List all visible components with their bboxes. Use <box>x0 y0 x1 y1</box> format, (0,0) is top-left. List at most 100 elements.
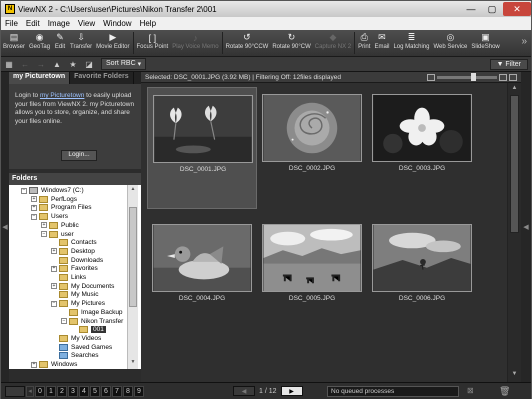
toolbar-button-rotate-cw[interactable]: ↻ Rotate 90°CW <box>270 30 312 50</box>
color-label-4[interactable]: 4 <box>79 385 89 397</box>
left-panel-collapse-handle[interactable]: ◀ <box>1 72 9 382</box>
tree-item[interactable]: My Music <box>51 290 98 299</box>
thumbnail-image[interactable] <box>262 224 362 292</box>
thumbnail-image[interactable] <box>152 224 252 292</box>
thumbnail-image[interactable] <box>372 224 472 292</box>
sort-dropdown[interactable]: Sort RBC ▾ <box>101 58 147 70</box>
tree-item[interactable]: − My Pictures <box>51 299 105 308</box>
toolbar-button-transfer[interactable]: ⇩ Transfer <box>68 30 94 50</box>
toolbar-button-email[interactable]: ✉ Email <box>372 30 391 50</box>
back-icon[interactable]: ← <box>18 59 32 70</box>
flag-icon[interactable]: ◂ <box>26 385 34 397</box>
toolbar-button-edit[interactable]: ✎ Edit <box>52 30 68 50</box>
grid-scrollbar[interactable]: ▲ ▼ <box>507 83 521 382</box>
label-icon[interactable]: ◪ <box>82 59 96 70</box>
collapse-icon[interactable]: − <box>41 231 47 237</box>
thumbnail-image[interactable] <box>153 95 253 163</box>
tree-item[interactable]: − Windows7 (C:) <box>21 186 84 195</box>
tree-scroll-thumb[interactable] <box>129 207 137 307</box>
toolbar-button-voice-memo[interactable]: ♪ Play Voice Memo <box>170 30 220 51</box>
color-label-0[interactable]: 0 <box>35 385 45 397</box>
color-label-8[interactable]: 8 <box>123 385 133 397</box>
thumbnail-cell[interactable]: DSC_0005.JPG <box>257 221 367 343</box>
thumbnail-cell[interactable]: DSC_0004.JPG <box>147 221 257 343</box>
thumbnail-cell[interactable]: DSC_0001.JPG <box>147 87 257 209</box>
color-label-3[interactable]: 3 <box>68 385 78 397</box>
collapse-icon[interactable]: − <box>61 318 67 324</box>
menu-edit[interactable]: Edit <box>22 19 44 28</box>
thumbnail-cell[interactable]: DSC_0006.JPG <box>367 221 477 343</box>
tree-item[interactable]: + My Documents <box>51 282 114 291</box>
forward-icon[interactable]: → <box>34 59 48 70</box>
color-label-2[interactable]: 2 <box>57 385 67 397</box>
thumbnail-size-slider[interactable] <box>437 72 497 81</box>
thumbnail-cell[interactable]: DSC_0002.JPG <box>257 87 367 209</box>
thumbnail-image[interactable] <box>372 94 472 162</box>
collapse-icon[interactable]: − <box>21 187 27 194</box>
folder-up-icon[interactable]: ▲ <box>50 59 64 70</box>
thumbnail-image[interactable] <box>262 94 362 162</box>
tree-item[interactable]: My Videos <box>51 334 101 343</box>
minimize-button[interactable]: — <box>461 2 481 16</box>
expand-icon[interactable]: + <box>31 196 37 203</box>
tree-item[interactable]: + Program Files <box>31 203 91 212</box>
grid-scroll-thumb[interactable] <box>510 95 519 233</box>
expand-icon[interactable]: + <box>31 361 37 368</box>
toolbar-button-capture-nx[interactable]: ◆ Capture NX 2 <box>313 30 353 50</box>
scroll-up-icon[interactable]: ▲ <box>510 85 519 93</box>
large-thumbnail-icon[interactable] <box>499 73 507 81</box>
color-label-1[interactable]: 1 <box>46 385 56 397</box>
tab-my-picturetown[interactable]: my Picturetown <box>9 72 71 84</box>
expand-icon[interactable]: + <box>41 222 47 229</box>
toolbar-button-log-matching[interactable]: ≣ Log Matching <box>391 30 431 50</box>
close-button[interactable]: ✕ <box>503 2 531 16</box>
tree-item[interactable]: 001 <box>71 325 106 334</box>
view-mode-icon[interactable]: ▦ <box>2 59 16 70</box>
login-button[interactable]: Login... <box>61 150 97 161</box>
color-label-9[interactable]: 9 <box>134 385 144 397</box>
tree-item[interactable]: + Windows <box>31 360 77 369</box>
menu-window[interactable]: Window <box>99 19 135 28</box>
bookmark-icon[interactable]: ★ <box>66 59 80 70</box>
tree-item[interactable]: + PerfLogs <box>31 195 77 204</box>
collapse-icon[interactable]: − <box>31 213 37 220</box>
menu-file[interactable]: File <box>1 19 22 28</box>
cancel-queue-icon[interactable]: ⊠ <box>467 386 479 397</box>
collapse-icon[interactable]: − <box>51 300 57 307</box>
expand-icon[interactable]: + <box>51 283 57 290</box>
tree-item[interactable]: Downloads <box>51 256 103 265</box>
previous-page-button[interactable]: ◀ <box>233 386 255 396</box>
menu-help[interactable]: Help <box>136 19 160 28</box>
maximize-button[interactable]: ▢ <box>482 2 502 16</box>
tree-item[interactable]: − Users <box>31 212 68 221</box>
tree-item[interactable]: + Desktop <box>51 247 95 256</box>
slider-knob[interactable] <box>471 72 476 81</box>
toolbar-button-rotate-ccw[interactable]: ↺ Rotate 90°CCW <box>224 30 271 50</box>
tree-item[interactable]: Links <box>51 273 86 282</box>
menu-image[interactable]: Image <box>44 19 74 28</box>
tree-item[interactable]: Image Backup <box>61 308 123 317</box>
tree-item[interactable]: − user <box>41 230 74 239</box>
toolbar-button-geotag[interactable]: ◉ GeoTag <box>27 30 52 50</box>
toolbar-button-browser[interactable]: ▤ Browser <box>1 30 27 50</box>
tree-item[interactable]: + Favorites <box>51 264 98 273</box>
toolbar-button-slideshow[interactable]: ▣ SlideShow <box>469 30 501 50</box>
tree-item[interactable]: Searches <box>51 351 98 360</box>
trash-icon[interactable]: 🗑 <box>499 386 511 397</box>
rotate-preview-icon[interactable] <box>5 385 25 397</box>
menu-view[interactable]: View <box>74 19 99 28</box>
color-label-7[interactable]: 7 <box>112 385 122 397</box>
right-panel-collapse-handle[interactable]: ◀ <box>521 72 531 382</box>
color-label-6[interactable]: 6 <box>101 385 111 397</box>
expand-icon[interactable]: + <box>51 265 57 272</box>
tree-item[interactable]: + Public <box>41 221 79 230</box>
picturetown-link[interactable]: my Picturetown <box>40 92 84 99</box>
toolbar-button-movie-editor[interactable]: ▶ Movie Editor <box>94 30 131 50</box>
expand-icon[interactable]: + <box>31 204 37 211</box>
tree-item[interactable]: − Nikon Transfer <box>61 317 123 326</box>
filter-button[interactable]: ▼ Filter <box>489 58 528 70</box>
color-label-5[interactable]: 5 <box>90 385 100 397</box>
next-page-button[interactable]: ▶ <box>280 386 303 396</box>
fullscreen-icon[interactable] <box>509 73 517 81</box>
tab-favorite-folders[interactable]: Favorite Folders <box>70 72 134 84</box>
